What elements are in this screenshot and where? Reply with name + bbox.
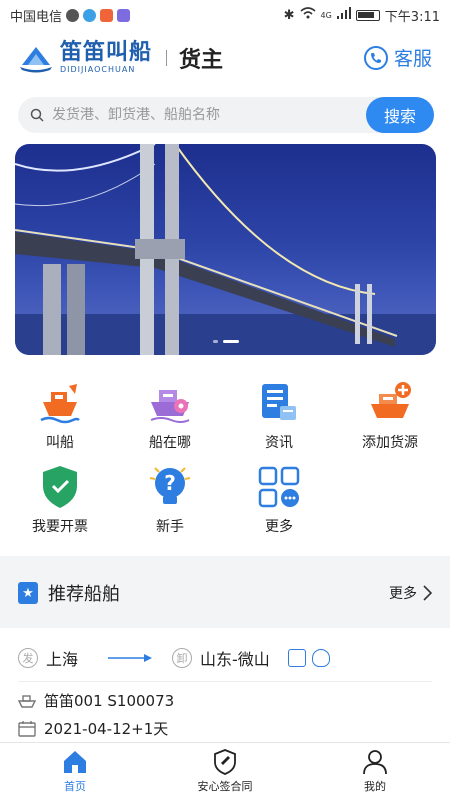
header-divider: [166, 49, 168, 66]
quick-action-label: 我要开票: [32, 519, 88, 535]
customer-service-button[interactable]: 客服: [363, 44, 432, 71]
recommended-header: ★ 推荐船舶 更多: [0, 568, 450, 618]
calendar-icon: [18, 720, 36, 737]
logo-subtitle: DIDIJIAOCHUAN: [60, 64, 136, 74]
arrow-right-icon: [108, 654, 153, 662]
ship-location-icon: [150, 390, 190, 423]
nav-contract[interactable]: 安心签合同: [150, 743, 300, 800]
customer-service-label: 客服: [393, 48, 432, 70]
carousel-dot-active[interactable]: [222, 340, 239, 343]
quick-action-ship-location[interactable]: 船在哪: [120, 380, 220, 452]
search-button[interactable]: 搜索: [366, 97, 434, 133]
logo-title: 笛笛叫船: [60, 39, 153, 65]
bottom-navigation: 首页 安心签合同 我的: [0, 742, 450, 800]
ship-logo-icon: [20, 46, 52, 72]
destination-tag: 卸: [172, 648, 193, 668]
network-type-label: 4G: [320, 10, 332, 20]
brand-logo: 笛笛叫船 DIDIJIAOCHUAN: [18, 39, 153, 74]
quick-action-add-cargo[interactable]: 添加货源: [340, 380, 440, 452]
battery-icon: [355, 9, 380, 21]
banner-carousel[interactable]: [15, 144, 436, 355]
quick-action-label: 船在哪: [149, 435, 191, 451]
quick-action-label: 更多: [265, 519, 293, 535]
app-notification-icon: [117, 8, 131, 22]
route-row: 发 上海 卸 山东-微山: [18, 646, 432, 670]
destination-port: 山东-微山: [200, 650, 270, 669]
search-icon: [30, 108, 44, 122]
more-button[interactable]: 更多: [389, 583, 432, 603]
ship-call-icon: [40, 384, 80, 424]
carrier-label: 中国电信: [10, 9, 63, 25]
nav-label: 首页: [64, 780, 86, 793]
chevron-right-icon: [423, 585, 432, 601]
ship-card[interactable]: 发 上海 卸 山东-微山 笛笛001 S100073 2021-04-12+1天: [0, 628, 450, 743]
signal-icon: [336, 7, 351, 23]
user-icon: [363, 750, 387, 775]
origin-port: 上海: [46, 650, 79, 669]
quick-action-newbie[interactable]: ? 新手: [120, 464, 220, 536]
ship-name-row: 笛笛001 S100073: [18, 690, 174, 711]
app-notification-icon: [83, 8, 97, 22]
nav-home[interactable]: 首页: [0, 743, 150, 800]
certified-shield-icon: [311, 649, 330, 667]
add-cargo-icon: [371, 382, 411, 418]
ship-icon: [18, 694, 36, 708]
quick-action-label: 新手: [156, 519, 184, 535]
nav-label: 我的: [364, 780, 386, 793]
quick-action-label: 资讯: [265, 435, 293, 451]
home-icon: [64, 751, 86, 773]
clock-label: 下午3:11: [384, 9, 440, 25]
bluetooth-icon: ✱: [283, 7, 295, 23]
nav-label: 安心签合同: [197, 780, 253, 793]
app-header: 笛笛叫船 DIDIJIAOCHUAN 货主 客服: [0, 30, 450, 85]
search-input[interactable]: [52, 107, 366, 123]
departure-date: 2021-04-12+1天: [44, 720, 169, 738]
ship-name: 笛笛001 S100073: [44, 692, 175, 710]
section-title: 推荐船舶: [48, 584, 120, 605]
quick-action-label: 添加货源: [362, 435, 418, 451]
phone-icon: [363, 45, 388, 70]
quick-action-more[interactable]: 更多: [229, 464, 329, 536]
status-bar: 中国电信 ✱ 4G 下午3:11: [0, 0, 450, 30]
search-bar: 搜索: [18, 97, 434, 133]
quick-action-invoice[interactable]: 我要开票: [10, 464, 110, 536]
carousel-dot[interactable]: [212, 340, 218, 343]
contract-shield-icon: [214, 749, 236, 775]
quick-action-call-ship[interactable]: 叫船: [10, 380, 110, 452]
divider: [18, 681, 432, 682]
verified-id-icon: [287, 649, 306, 667]
star-icon: ★: [18, 582, 38, 604]
carousel-indicators: [15, 340, 436, 343]
help-bulb-icon: ?: [149, 467, 191, 504]
app-notification-icon: [100, 8, 114, 22]
nav-profile[interactable]: 我的: [300, 743, 450, 800]
quick-action-news[interactable]: 资讯: [229, 380, 329, 452]
quick-action-label: 叫船: [46, 435, 74, 451]
role-label: 货主: [179, 47, 224, 73]
origin-tag: 发: [18, 648, 38, 668]
date-row: 2021-04-12+1天: [18, 718, 168, 739]
more-label: 更多: [389, 586, 417, 602]
message-icon: [66, 8, 80, 22]
wifi-icon: [299, 7, 316, 23]
news-icon: [262, 384, 296, 420]
bridge-photo: [15, 144, 436, 355]
invoice-shield-icon: [43, 466, 77, 508]
svg-text:?: ?: [164, 471, 176, 495]
more-grid-icon: [258, 466, 300, 508]
